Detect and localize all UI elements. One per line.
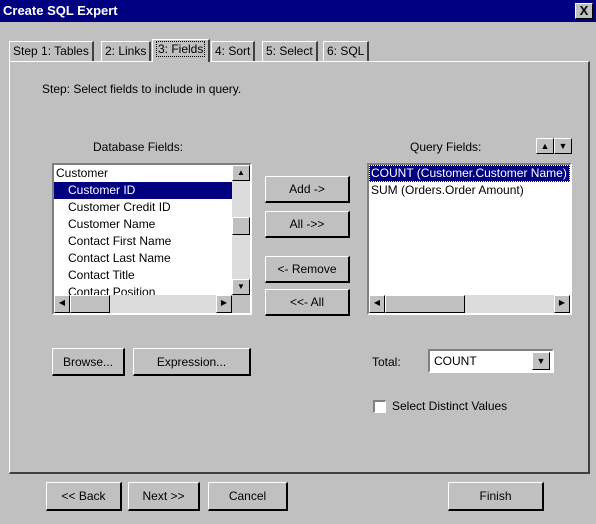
up-arrow-icon[interactable]: ▲ bbox=[536, 138, 554, 154]
next-button[interactable]: Next >> bbox=[128, 482, 200, 511]
step-instruction: Step: Select fields to include in query. bbox=[42, 82, 242, 96]
remove-all-button-label: <<- All bbox=[289, 295, 325, 309]
total-dropdown[interactable]: COUNT ▼ bbox=[428, 349, 554, 373]
scroll-thumb[interactable] bbox=[70, 295, 110, 313]
close-icon: X bbox=[579, 3, 589, 18]
tab-sort[interactable]: 4: Sort bbox=[211, 41, 256, 61]
close-button[interactable]: X bbox=[575, 3, 593, 19]
list-item-selected[interactable]: COUNT (Customer.Customer Name) bbox=[369, 165, 570, 182]
list-item[interactable]: Contact Title bbox=[54, 267, 232, 284]
add-all-button[interactable]: All ->> bbox=[265, 211, 350, 238]
scroll-left-icon[interactable]: ◀ bbox=[369, 295, 385, 313]
browse-button-label: Browse... bbox=[62, 354, 113, 369]
list-item[interactable]: Customer Credit ID bbox=[54, 199, 232, 216]
list-item-selected[interactable]: Customer ID bbox=[54, 182, 232, 199]
next-button-label: Next >> bbox=[142, 489, 185, 503]
list-item[interactable]: SUM (Orders.Order Amount) bbox=[369, 182, 570, 199]
down-arrow-icon[interactable]: ▼ bbox=[554, 138, 572, 154]
query-fields-list[interactable]: COUNT (Customer.Customer Name) SUM (Orde… bbox=[367, 163, 572, 315]
database-fields-list[interactable]: Customer Customer ID Customer Credit ID … bbox=[52, 163, 252, 315]
tab-label: 3: Fields bbox=[156, 41, 206, 57]
list-item[interactable]: Contact Last Name bbox=[54, 250, 232, 267]
list-item[interactable]: Contact Position bbox=[54, 284, 232, 295]
total-label: Total: bbox=[372, 355, 401, 369]
tab-fields[interactable]: 3: Fields bbox=[152, 39, 211, 62]
scroll-thumb[interactable] bbox=[385, 295, 465, 313]
remove-all-button[interactable]: <<- All bbox=[265, 289, 350, 316]
tab-label: 2: Links bbox=[105, 44, 147, 58]
scroll-right-icon[interactable]: ▶ bbox=[554, 295, 570, 313]
tab-links[interactable]: 2: Links bbox=[101, 41, 152, 61]
scroll-up-icon[interactable]: ▲ bbox=[232, 165, 250, 181]
window-title: Create SQL Expert bbox=[3, 3, 118, 18]
tab-label: 4: Sort bbox=[215, 44, 251, 58]
tab-label: 6: SQL bbox=[327, 44, 365, 58]
expression-button[interactable]: Expression... bbox=[133, 348, 251, 376]
tab-tables[interactable]: Step 1: Tables bbox=[9, 41, 94, 61]
cancel-button-label: Cancel bbox=[228, 489, 267, 503]
browse-button[interactable]: Browse... bbox=[52, 348, 125, 376]
scroll-thumb[interactable] bbox=[232, 217, 250, 235]
title-bar: Create SQL Expert X bbox=[0, 0, 596, 22]
total-value: COUNT bbox=[434, 354, 477, 368]
add-all-button-label: All ->> bbox=[289, 217, 325, 231]
distinct-label: Select Distinct Values bbox=[392, 399, 508, 413]
scroll-left-icon[interactable]: ◀ bbox=[54, 295, 70, 313]
list-item[interactable]: Customer Name bbox=[54, 216, 232, 233]
tab-select[interactable]: 5: Select bbox=[262, 41, 318, 61]
add-button[interactable]: Add -> bbox=[265, 176, 350, 203]
list-item[interactable]: Customer bbox=[54, 165, 232, 182]
scroll-down-icon[interactable]: ▼ bbox=[232, 279, 250, 295]
distinct-checkbox[interactable] bbox=[373, 400, 386, 413]
tab-sql[interactable]: 6: SQL bbox=[323, 41, 370, 61]
back-button[interactable]: << Back bbox=[46, 482, 122, 511]
list-item[interactable]: Contact First Name bbox=[54, 233, 232, 250]
finish-button[interactable]: Finish bbox=[448, 482, 544, 511]
tab-label: Step 1: Tables bbox=[13, 44, 89, 58]
scroll-right-icon[interactable]: ▶ bbox=[216, 295, 232, 313]
remove-button-label: <- Remove bbox=[277, 262, 337, 276]
scroll-corner bbox=[232, 295, 250, 313]
back-button-label: << Back bbox=[61, 489, 106, 503]
tab-label: 5: Select bbox=[266, 44, 313, 58]
dropdown-arrow-icon[interactable]: ▼ bbox=[532, 352, 550, 370]
database-fields-items: Customer Customer ID Customer Credit ID … bbox=[54, 165, 232, 295]
remove-button[interactable]: <- Remove bbox=[265, 256, 350, 283]
expression-button-label: Expression... bbox=[156, 354, 227, 369]
add-button-label: Add -> bbox=[289, 182, 325, 196]
database-fields-label: Database Fields: bbox=[93, 140, 184, 154]
query-fields-label: Query Fields: bbox=[410, 140, 482, 154]
query-fields-items: COUNT (Customer.Customer Name) SUM (Orde… bbox=[369, 165, 570, 295]
finish-button-label: Finish bbox=[479, 489, 512, 503]
cancel-button[interactable]: Cancel bbox=[208, 482, 288, 511]
